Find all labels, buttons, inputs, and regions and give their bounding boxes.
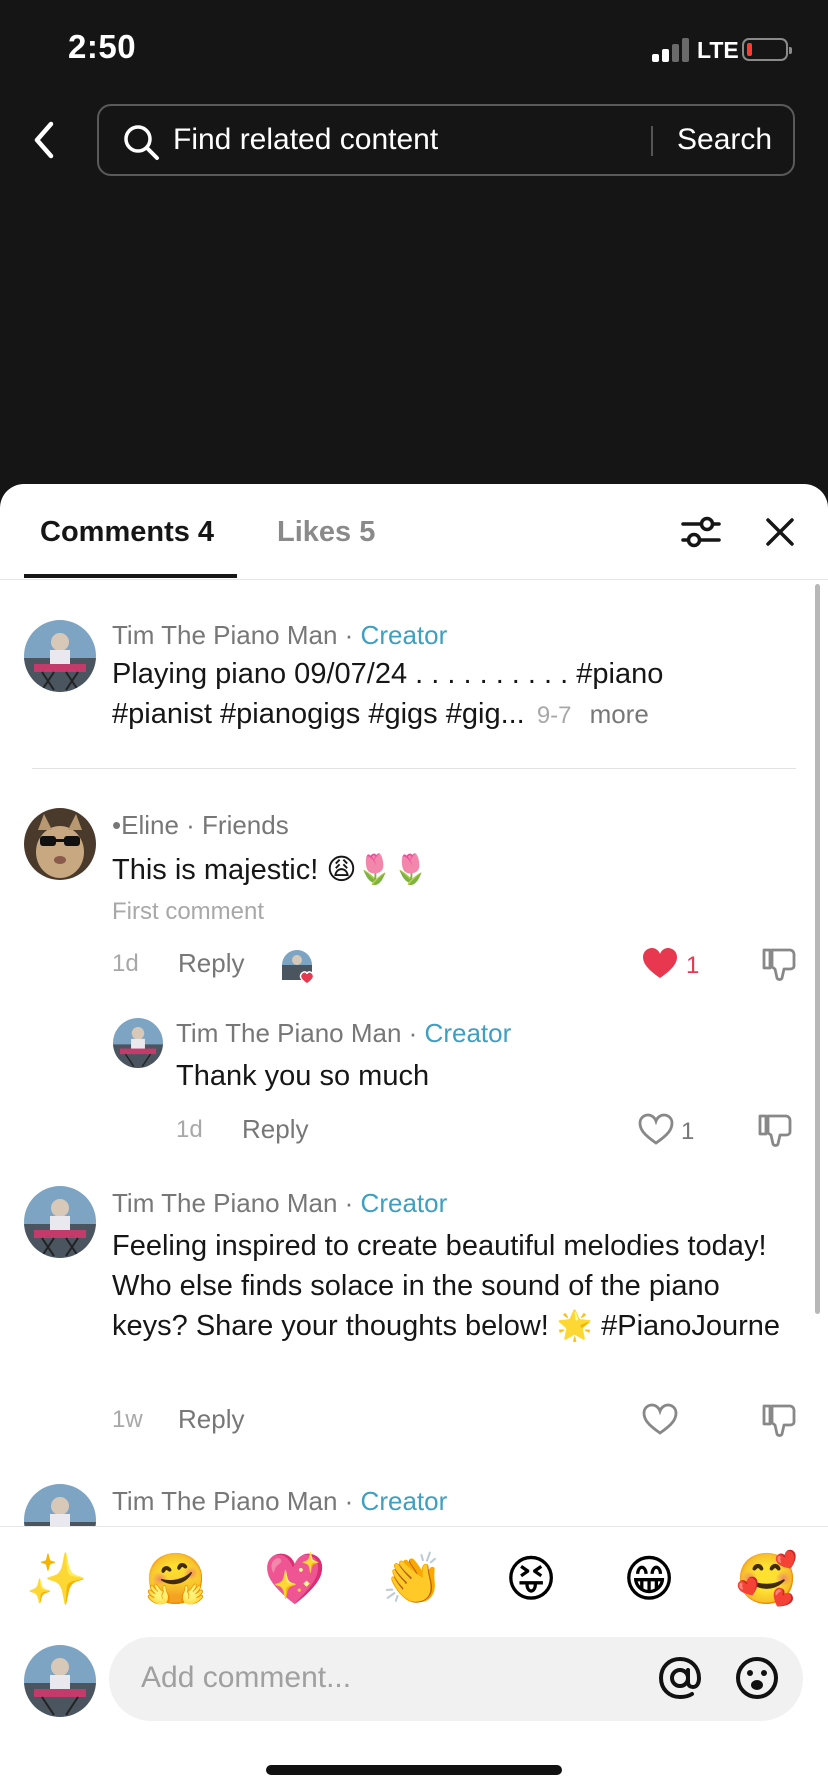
comment-composer: ✨ 🤗 💖 👏 😝 😁 🥰 Add comment... xyxy=(0,1526,828,1792)
emoji-love-button[interactable]: 🥰 xyxy=(732,1547,802,1611)
avatar[interactable] xyxy=(24,620,96,692)
reply-button[interactable]: Reply xyxy=(178,1404,244,1435)
battery-icon xyxy=(742,38,792,61)
heart-outline-icon[interactable] xyxy=(637,1112,675,1146)
author-name[interactable]: Tim The Piano Man xyxy=(112,1486,337,1516)
add-comment-field[interactable]: Add comment... xyxy=(109,1637,803,1721)
emoji-sparkles-button[interactable]: ✨ xyxy=(22,1547,92,1611)
reply-button[interactable]: Reply xyxy=(242,1114,308,1145)
like-count: 1 xyxy=(686,952,700,979)
search-divider xyxy=(651,126,653,156)
search-input[interactable]: Find related content xyxy=(173,123,438,157)
author-name[interactable]: Tim The Piano Man xyxy=(112,620,337,650)
avatar[interactable] xyxy=(24,1186,96,1258)
scrollbar[interactable] xyxy=(815,584,820,1314)
author-name[interactable]: •Eline xyxy=(112,810,179,840)
author-name[interactable]: Tim The Piano Man xyxy=(176,1018,401,1048)
tab-comments[interactable]: Comments 4 xyxy=(40,516,214,549)
thumbs-down-icon[interactable] xyxy=(760,946,798,982)
creator-badge: Creator xyxy=(360,1188,448,1218)
thumbs-down-icon[interactable] xyxy=(760,1402,798,1438)
mention-icon[interactable] xyxy=(657,1655,703,1701)
avatar[interactable] xyxy=(24,808,96,880)
comment-author-line: •Eline · Friends xyxy=(112,810,289,840)
like-count: 1 xyxy=(681,1118,695,1145)
creator-badge: Creator xyxy=(360,1486,448,1516)
emoji-clap-button[interactable]: 👏 xyxy=(378,1547,448,1611)
reply-button[interactable]: Reply xyxy=(178,948,244,979)
divider xyxy=(32,768,796,769)
emoji-picker-icon[interactable] xyxy=(734,1655,780,1701)
chevron-left-icon xyxy=(34,121,54,159)
comment-author-line: Tim The Piano Man · Creator xyxy=(112,1188,448,1218)
caption-date: 9-7 xyxy=(536,702,572,729)
status-time: 2:50 xyxy=(68,28,137,65)
first-comment-tag: First comment xyxy=(112,898,265,925)
comment-age: 1d xyxy=(176,1116,203,1143)
status-bar: 2:50 LTE xyxy=(0,0,828,100)
avatar[interactable] xyxy=(113,1018,163,1068)
emoji-tongue-button[interactable]: 😝 xyxy=(496,1547,566,1611)
search-icon xyxy=(124,125,159,160)
emoji-heart-button[interactable]: 💖 xyxy=(260,1547,330,1611)
screen: 2:50 LTE Find related content Search Com… xyxy=(0,0,828,1792)
emoji-grin-button[interactable]: 😁 xyxy=(614,1547,684,1611)
caption-text: Playing piano 09/07/24 . . . . . . . . .… xyxy=(112,658,664,730)
close-icon[interactable] xyxy=(762,514,798,550)
home-indicator xyxy=(266,1765,562,1775)
like-heart-icon[interactable] xyxy=(641,946,679,980)
quick-emoji-bar: ✨ 🤗 💖 👏 😝 😁 🥰 xyxy=(0,1547,828,1617)
comment-author-line: Tim The Piano Man · Creator xyxy=(112,1486,448,1516)
comment-placeholder: Add comment... xyxy=(141,1661,352,1694)
comment-age: 1d xyxy=(112,950,139,977)
thumbs-down-icon[interactable] xyxy=(756,1112,794,1148)
filter-settings-icon[interactable] xyxy=(680,514,722,550)
active-tab-indicator xyxy=(24,574,237,578)
creator-liked-badge xyxy=(280,948,318,986)
avatar xyxy=(24,1645,96,1717)
tab-likes[interactable]: Likes 5 xyxy=(277,516,375,549)
reply-author-line: Tim The Piano Man · Creator xyxy=(176,1018,512,1048)
creator-badge: Creator xyxy=(360,620,448,650)
signal-strength-icon xyxy=(652,38,690,62)
author-name[interactable]: Tim The Piano Man xyxy=(112,1188,337,1218)
caption-author-line: Tim The Piano Man · Creator xyxy=(112,620,448,650)
more-link[interactable]: more xyxy=(590,699,649,729)
comment-age: 1w xyxy=(112,1406,143,1433)
heart-outline-icon[interactable] xyxy=(641,1402,679,1436)
search-bar[interactable]: Find related content Search xyxy=(97,104,795,176)
emoji-hug-button[interactable]: 🤗 xyxy=(141,1547,211,1611)
comment-text: Feeling inspired to create beautiful mel… xyxy=(112,1230,781,1342)
sheet-tabs: Comments 4 Likes 5 xyxy=(0,484,828,580)
search-button[interactable]: Search xyxy=(677,123,772,157)
creator-badge: Creator xyxy=(424,1018,512,1048)
back-button[interactable] xyxy=(22,116,66,164)
network-type: LTE xyxy=(697,37,739,63)
comment-text: This is majestic! 😩🌷🌷 xyxy=(112,854,429,886)
reply-text: Thank you so much xyxy=(176,1060,430,1092)
